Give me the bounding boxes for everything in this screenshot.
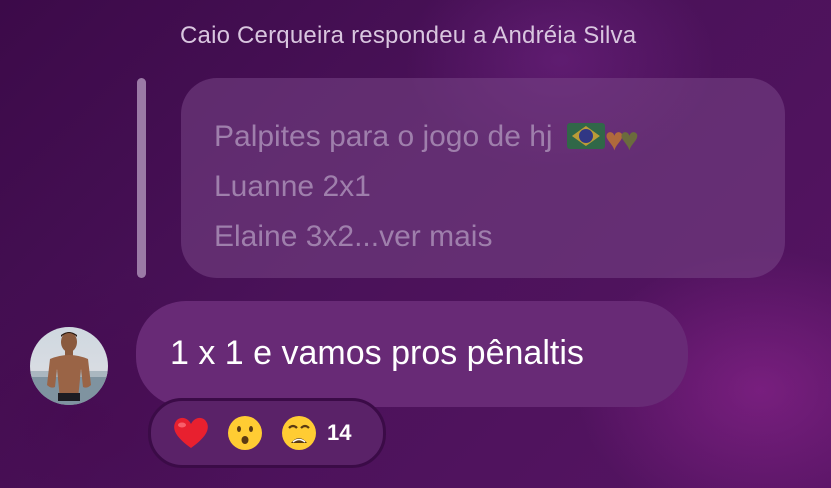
red-heart-icon [171,413,211,453]
avatar-photo [30,332,108,405]
reply-header: Caio Cerqueira respondeu a Andréia Silva [180,22,637,49]
quoted-line-2: Luanne 2x1 [214,170,371,203]
weary-face-icon [279,413,319,453]
quoted-line-1-text: Palpites para o jogo de hj [214,120,553,153]
quoted-message[interactable]: Palpites para o jogo de hj ♥♥ Luanne 2x1… [181,78,785,278]
quoted-line-3: Elaine 3x2...ver mais [214,220,493,253]
brazil-flag-icon [566,123,605,149]
hushed-face-icon [225,413,265,453]
reaction-count: 14 [327,420,352,445]
avatar[interactable] [30,327,108,405]
message-text: 1 x 1 e vamos pros pênaltis [170,334,584,372]
reactions-pill[interactable]: 14 [148,398,386,468]
olive-heart-icon: ♥ [619,121,639,157]
quoted-line-1: Palpites para o jogo de hj ♥♥ [214,112,785,162]
reply-indicator-bar [137,78,146,278]
